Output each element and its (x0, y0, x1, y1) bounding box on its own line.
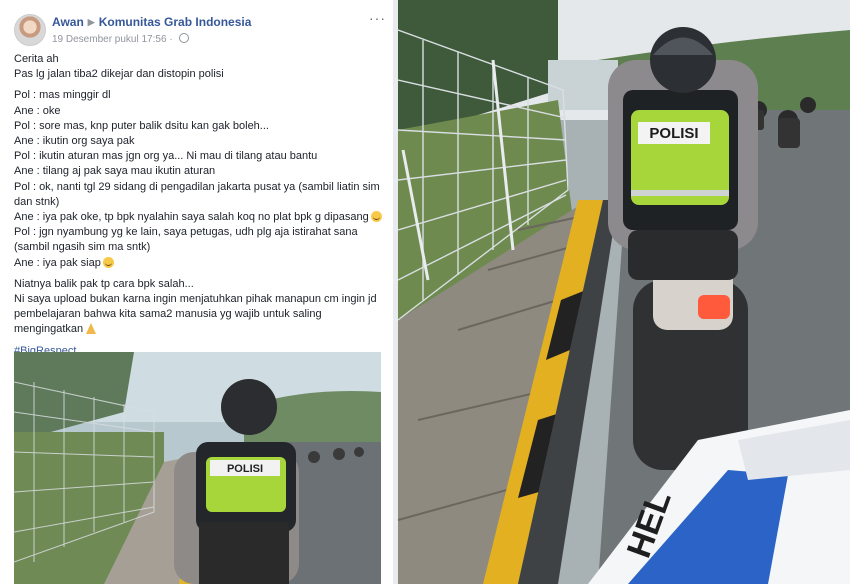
post-line-with-emoji: mengingatkan (14, 322, 386, 337)
arrow-right-icon: ▶ (87, 17, 95, 27)
globe-icon (179, 33, 190, 43)
vest-label: POLISI (649, 125, 698, 142)
post-meta: 19 Desember pukul 17:56 · (52, 33, 190, 45)
post-timestamp[interactable]: 19 Desember pukul 17:56 (52, 34, 167, 45)
vest-label: POLISI (227, 463, 263, 475)
smile-emoji-icon (370, 211, 382, 223)
avatar[interactable] (14, 14, 46, 46)
main-photo[interactable]: POLISI HEL (398, 0, 850, 584)
post-line: Niatnya balik pak tp cara bpk salah... (14, 277, 194, 290)
photo-scene: POLISI HEL (398, 0, 850, 584)
post-line: Ane : tilang aj pak saya mau ikutin atur… (14, 165, 216, 178)
post-line: Cerita ah (14, 53, 59, 65)
author-name[interactable]: Awan (52, 15, 84, 29)
post-line: Pas lg jalan tiba2 dikejar dan distopin … (14, 68, 224, 81)
facebook-post: Awan ▶ Komunitas Grab Indonesia 19 Desembe… (0, 0, 393, 584)
thumbnail-scene: POLISI (14, 352, 381, 584)
smile-emoji-icon (102, 256, 114, 268)
post-line: pembelajaran bahwa kita sama2 manusia yg… (14, 308, 322, 321)
post-line: Pol : mas minggir dl (14, 89, 111, 102)
meta-dot: · (169, 34, 173, 45)
post-line-with-emoji: Ane : iya pak oke, tp bpk nyalahin saya … (14, 210, 386, 225)
post-line-with-emoji: Ane : iya pak siap (14, 256, 386, 271)
post-line: Ane : ikutin org saya pak (14, 135, 135, 148)
group-name[interactable]: Komunitas Grab Indonesia (99, 15, 252, 29)
post-line: (sambil ngasih sim ma sntk) (14, 241, 151, 254)
post-body: Cerita ah Pas lg jalan tiba2 dikejar dan… (14, 52, 386, 359)
post-line: Pol : ok, nanti tgl 29 sidang di pengadi… (14, 180, 380, 193)
post-line: Pol : ikutin aturan mas jgn org ya... Ni… (14, 150, 318, 163)
post-line: Ni saya upload bukan karna ingin menjatu… (14, 293, 377, 306)
post-line: Pol : jgn nyambung yg ke lain, saya petu… (14, 226, 358, 239)
post-line: dan stnk) (14, 195, 60, 208)
post-line: mengingatkan (14, 323, 84, 336)
post-header: Awan ▶ Komunitas Grab Indonesia (52, 15, 251, 29)
post-photo-thumbnail[interactable]: POLISI (14, 352, 381, 584)
pray-emoji-icon (86, 323, 97, 335)
more-icon[interactable]: ··· (369, 10, 386, 26)
post-line: Pol : sore mas, knp puter balik dsitu ka… (14, 119, 269, 132)
post-line: Ane : iya pak siap (14, 256, 101, 269)
post-line: Ane : iya pak oke, tp bpk nyalahin saya … (14, 211, 369, 224)
post-line: Ane : oke (14, 104, 61, 117)
